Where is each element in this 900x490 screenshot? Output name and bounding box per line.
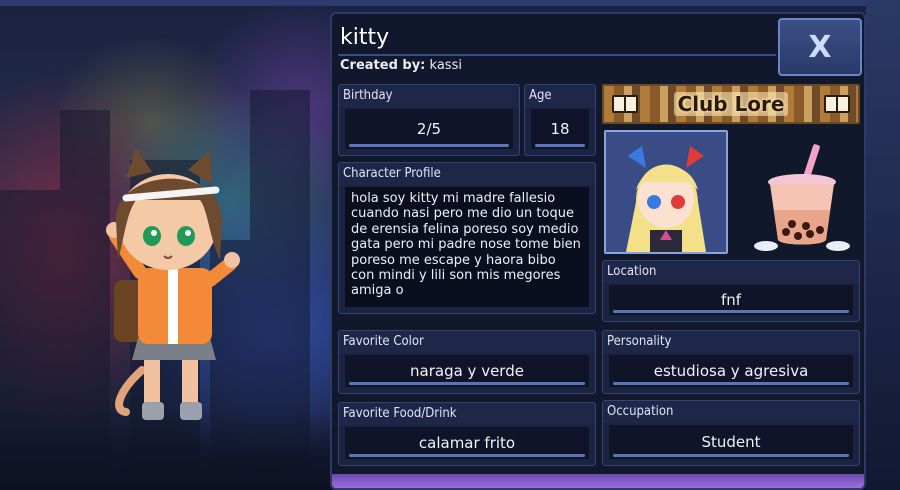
name-row: kitty: [338, 20, 776, 56]
birthday-value[interactable]: 2/5: [345, 109, 513, 149]
age-field[interactable]: Age 18: [524, 84, 596, 156]
favorite-food-value[interactable]: calamar frito: [345, 427, 589, 459]
birthday-label: Birthday: [339, 85, 519, 107]
created-by: Created by: kassi: [340, 58, 462, 73]
personality-label: Personality: [603, 331, 859, 353]
panel-bottom-bar: [332, 474, 864, 488]
character-profile-text[interactable]: hola soy kitty mi madre fallesio cuando …: [345, 187, 589, 307]
favorite-color-value[interactable]: naraga y verde: [345, 355, 589, 387]
close-icon: X: [808, 29, 832, 65]
club-lore-banner: Club Lore: [602, 84, 860, 124]
book-icon: [824, 95, 850, 113]
location-label: Location: [603, 261, 859, 283]
favorite-food-field[interactable]: Favorite Food/Drink calamar frito: [338, 402, 596, 466]
occupation-value[interactable]: Student: [609, 425, 853, 459]
personality-field[interactable]: Personality estudiosa y agresiva: [602, 330, 860, 394]
top-bar: [0, 0, 900, 6]
location-field[interactable]: Location fnf: [602, 260, 860, 322]
location-value[interactable]: fnf: [609, 285, 853, 315]
favorite-food-label: Favorite Food/Drink: [339, 403, 595, 425]
favorite-color-field[interactable]: Favorite Color naraga y verde: [338, 330, 596, 394]
occupation-label: Occupation: [603, 401, 859, 423]
occupation-field[interactable]: Occupation Student: [602, 400, 860, 466]
right-edge: [866, 0, 900, 490]
character-profile-field[interactable]: Character Profile hola soy kitty mi madr…: [338, 162, 596, 314]
character-portrait[interactable]: [604, 130, 728, 254]
portrait-art: [606, 132, 726, 252]
favorite-color-label: Favorite Color: [339, 331, 595, 353]
book-icon: [612, 95, 638, 113]
club-lore-title: Club Lore: [673, 92, 789, 116]
created-by-label: Created by:: [340, 58, 426, 73]
creator-name: kassi: [429, 58, 462, 73]
boba-tea-icon: [754, 144, 850, 251]
age-value[interactable]: 18: [531, 109, 589, 149]
age-label: Age: [525, 85, 595, 107]
close-button[interactable]: X: [778, 18, 862, 76]
character-sprite: [106, 148, 240, 420]
character-profile-panel: kitty Created by: kassi X Birthday 2/5 A…: [330, 12, 866, 490]
character-profile-label: Character Profile: [339, 163, 595, 185]
personality-value[interactable]: estudiosa y agresiva: [609, 355, 853, 387]
character-name[interactable]: kitty: [338, 20, 776, 56]
birthday-field[interactable]: Birthday 2/5: [338, 84, 520, 156]
